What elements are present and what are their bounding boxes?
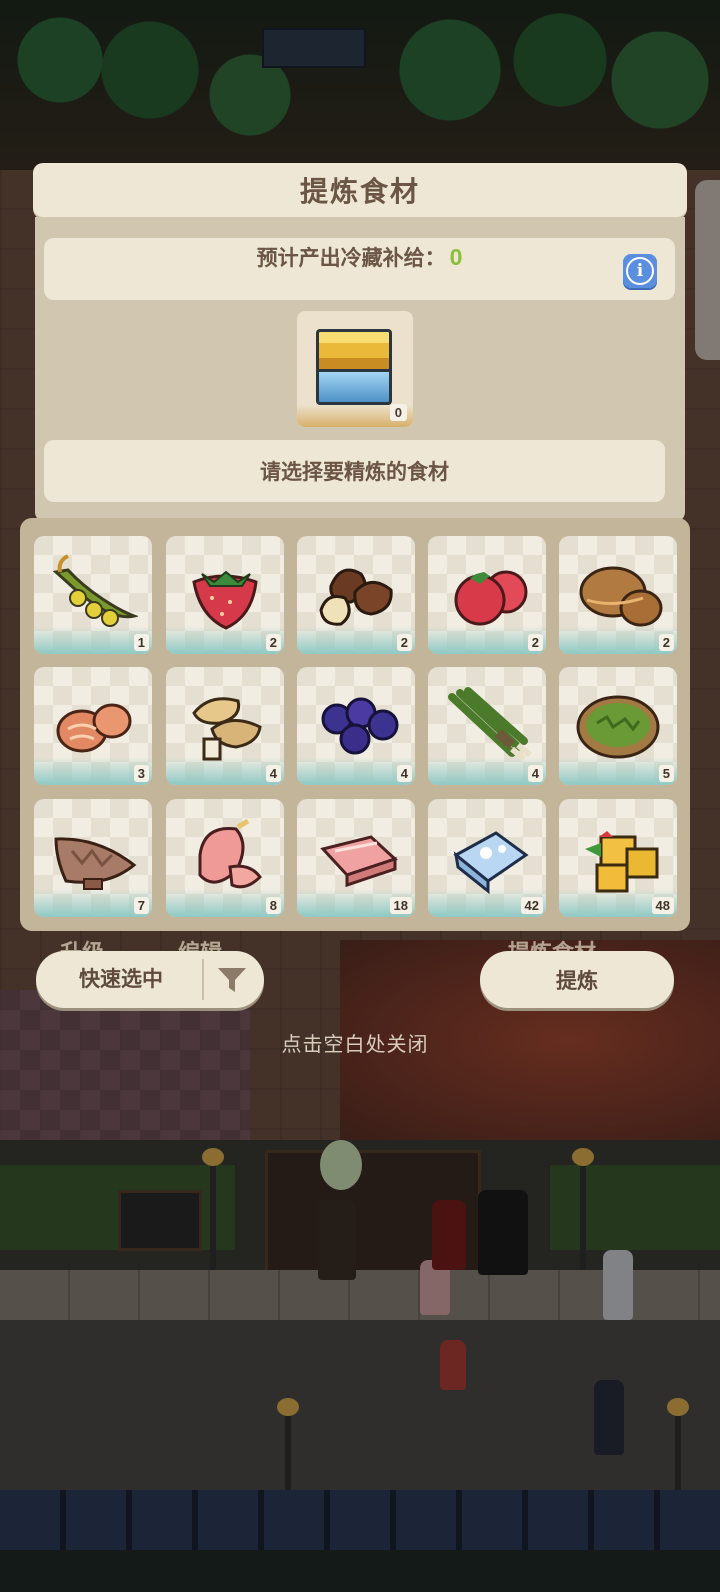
forecast-label: 预计产出冷藏补给： <box>256 247 446 270</box>
item-count: 18 <box>389 897 412 914</box>
tomato-icon <box>454 570 528 626</box>
fish-fillet-icon <box>54 837 137 890</box>
item-count: 1 <box>133 634 149 651</box>
dialog-title-bar: 提炼食材 <box>33 163 687 217</box>
quick-select-button[interactable]: 快速选中 <box>36 951 264 1008</box>
ingredient-slot-strawberry[interactable]: 2 <box>166 536 284 654</box>
seaweed-plate-icon <box>576 695 660 759</box>
ingredient-slot-fish[interactable]: 7 <box>34 799 152 917</box>
ingredient-slot-blueberry[interactable]: 4 <box>297 667 415 785</box>
milk-carton-icon <box>453 831 529 895</box>
refine-button[interactable]: 提炼 <box>480 951 674 1008</box>
ingredient-slot-seaweed[interactable]: 5 <box>559 667 677 785</box>
product-slot[interactable]: 0 <box>297 311 413 427</box>
item-count: 4 <box>265 765 281 782</box>
item-count: 8 <box>265 897 281 914</box>
item-count: 2 <box>265 634 281 651</box>
item-count: 7 <box>133 897 149 914</box>
item-count: 48 <box>651 897 674 914</box>
ingredient-slot-bun[interactable]: 2 <box>559 536 677 654</box>
ingredient-slot-mushroom[interactable]: 4 <box>166 667 284 785</box>
item-count: 3 <box>133 765 149 782</box>
ingredient-slot-green-onion[interactable]: 4 <box>428 667 546 785</box>
bread-bun-icon <box>579 566 663 627</box>
bacon-icon <box>320 835 398 888</box>
cold-supply-crate-icon <box>316 329 392 409</box>
blueberry-icon <box>321 697 399 755</box>
forecast-value: 0 <box>449 244 463 270</box>
ingredient-slot-bacon[interactable]: 18 <box>297 799 415 917</box>
item-count: 5 <box>658 765 674 782</box>
peach-icon <box>198 818 262 889</box>
item-count: 42 <box>520 897 543 914</box>
filter-icon[interactable] <box>214 964 250 996</box>
item-count: 4 <box>396 765 412 782</box>
item-count: 2 <box>396 634 412 651</box>
strawberry-icon <box>192 570 258 630</box>
item-count: 2 <box>658 634 674 651</box>
select-prompt-text: 请选择要精炼的食材 <box>260 461 449 484</box>
forecast-text: 预计产出冷藏补给： 0 <box>44 242 675 272</box>
shrimp-meat-icon <box>56 703 132 753</box>
item-count: 2 <box>527 634 543 651</box>
info-icon[interactable]: i <box>623 254 657 288</box>
mushroom-icon <box>192 697 262 761</box>
ingredient-slot-peach[interactable]: 8 <box>166 799 284 917</box>
forecast-box: 预计产出冷藏补给： 0 i <box>44 238 675 300</box>
tap-to-close-hint: 点击空白处关闭 <box>281 1034 429 1056</box>
button-divider <box>202 959 204 1000</box>
item-count: 4 <box>527 765 543 782</box>
refine-label: 提炼 <box>556 969 598 993</box>
dialog-title: 提炼食材 <box>299 176 420 207</box>
quick-select-label: 快速选中 <box>79 968 163 991</box>
ingredient-slot-chestnut[interactable]: 2 <box>297 536 415 654</box>
green-onion-icon <box>448 687 532 762</box>
ingredient-slot-shrimp[interactable]: 3 <box>34 667 152 785</box>
ingredient-slot-tomato[interactable]: 2 <box>428 536 546 654</box>
ingredient-slot-milk[interactable]: 42 <box>428 799 546 917</box>
ingredient-slot-cheese[interactable]: 48 <box>559 799 677 917</box>
product-count: 0 <box>389 404 407 421</box>
select-prompt: 请选择要精炼的食材 <box>44 440 665 502</box>
info-glyph: i <box>636 261 644 281</box>
ingredient-slot-pea[interactable]: 1 <box>34 536 152 654</box>
cheese-icon <box>585 831 659 893</box>
pea-pod-icon <box>52 554 138 627</box>
chestnut-icon <box>319 568 393 626</box>
